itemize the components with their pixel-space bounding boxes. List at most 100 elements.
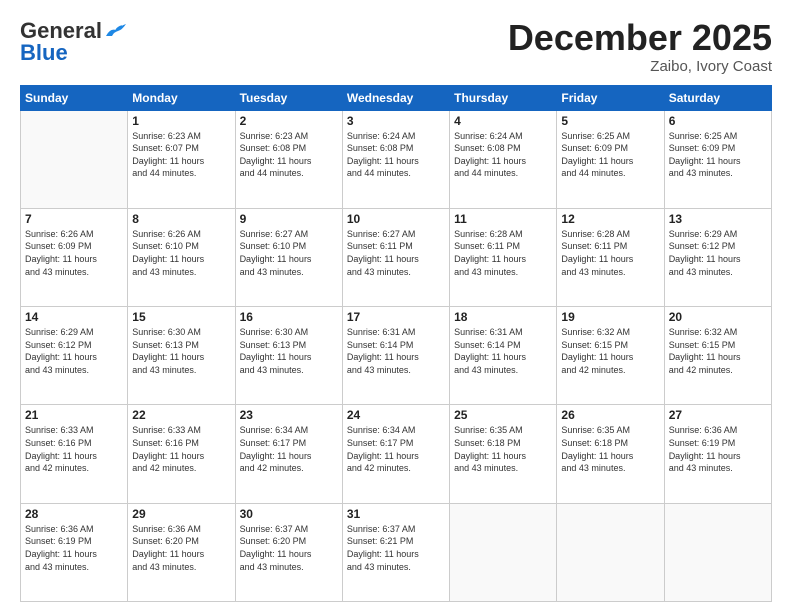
day-info: Sunrise: 6:36 AM Sunset: 6:20 PM Dayligh… — [132, 523, 230, 573]
day-info: Sunrise: 6:36 AM Sunset: 6:19 PM Dayligh… — [669, 424, 767, 474]
header: General Blue December 2025 Zaibo, Ivory … — [20, 18, 772, 75]
day-info: Sunrise: 6:26 AM Sunset: 6:09 PM Dayligh… — [25, 228, 123, 278]
calendar-cell: 23 Sunrise: 6:34 AM Sunset: 6:17 PM Dayli… — [235, 405, 342, 503]
day-info: Sunrise: 6:37 AM Sunset: 6:21 PM Dayligh… — [347, 523, 445, 573]
calendar-cell: 30Sunrise: 6:37 AM Sunset: 6:20 PM Dayli… — [235, 503, 342, 601]
day-info: Sunrise: 6:34 AM Sunset: 6:17 PM Dayligh… — [240, 424, 338, 474]
calendar-cell: 29 Sunrise: 6:36 AM Sunset: 6:20 PM Dayli… — [128, 503, 235, 601]
day-number: 6 — [669, 114, 767, 128]
day-info: Sunrise: 6:30 AM Sunset: 6:13 PM Dayligh… — [240, 326, 338, 376]
day-info: Sunrise: 6:29 AM Sunset: 6:12 PM Dayligh… — [25, 326, 123, 376]
calendar-week-row: 1Sunrise: 6:23 AM Sunset: 6:07 PM Daylig… — [21, 110, 772, 208]
weekday-header: Saturday — [664, 85, 771, 110]
calendar-cell: 9 Sunrise: 6:27 AM Sunset: 6:10 PM Daylig… — [235, 208, 342, 306]
calendar-cell: 15 Sunrise: 6:30 AM Sunset: 6:13 PM Dayli… — [128, 307, 235, 405]
day-info: Sunrise: 6:35 AM Sunset: 6:18 PM Dayligh… — [454, 424, 552, 474]
logo-blue: Blue — [20, 40, 68, 66]
day-number: 14 — [25, 310, 123, 324]
calendar-cell: 16Sunrise: 6:30 AM Sunset: 6:13 PM Dayli… — [235, 307, 342, 405]
day-number: 26 — [561, 408, 659, 422]
day-number: 3 — [347, 114, 445, 128]
calendar-cell: 11Sunrise: 6:28 AM Sunset: 6:11 PM Dayli… — [450, 208, 557, 306]
day-number: 23 — [240, 408, 338, 422]
day-number: 1 — [132, 114, 230, 128]
page: General Blue December 2025 Zaibo, Ivory … — [0, 0, 792, 612]
day-info: Sunrise: 6:36 AM Sunset: 6:19 PM Dayligh… — [25, 523, 123, 573]
calendar-cell: 2Sunrise: 6:23 AM Sunset: 6:08 PM Daylig… — [235, 110, 342, 208]
calendar-cell: 18Sunrise: 6:31 AM Sunset: 6:14 PM Dayli… — [450, 307, 557, 405]
weekday-header: Friday — [557, 85, 664, 110]
day-info: Sunrise: 6:28 AM Sunset: 6:11 PM Dayligh… — [454, 228, 552, 278]
day-number: 24 — [347, 408, 445, 422]
day-number: 25 — [454, 408, 552, 422]
calendar-table: SundayMondayTuesdayWednesdayThursdayFrid… — [20, 85, 772, 602]
calendar-cell: 1Sunrise: 6:23 AM Sunset: 6:07 PM Daylig… — [128, 110, 235, 208]
calendar-cell: 21Sunrise: 6:33 AM Sunset: 6:16 PM Dayli… — [21, 405, 128, 503]
day-number: 27 — [669, 408, 767, 422]
day-info: Sunrise: 6:33 AM Sunset: 6:16 PM Dayligh… — [132, 424, 230, 474]
day-number: 20 — [669, 310, 767, 324]
day-number: 29 — [132, 507, 230, 521]
logo: General Blue — [20, 18, 126, 66]
day-info: Sunrise: 6:34 AM Sunset: 6:17 PM Dayligh… — [347, 424, 445, 474]
calendar-week-row: 21Sunrise: 6:33 AM Sunset: 6:16 PM Dayli… — [21, 405, 772, 503]
calendar-cell: 3 Sunrise: 6:24 AM Sunset: 6:08 PM Daylig… — [342, 110, 449, 208]
day-info: Sunrise: 6:29 AM Sunset: 6:12 PM Dayligh… — [669, 228, 767, 278]
calendar-cell: 31 Sunrise: 6:37 AM Sunset: 6:21 PM Dayli… — [342, 503, 449, 601]
calendar-cell: 10 Sunrise: 6:27 AM Sunset: 6:11 PM Dayli… — [342, 208, 449, 306]
day-number: 12 — [561, 212, 659, 226]
calendar-cell: 24 Sunrise: 6:34 AM Sunset: 6:17 PM Dayli… — [342, 405, 449, 503]
day-info: Sunrise: 6:24 AM Sunset: 6:08 PM Dayligh… — [347, 130, 445, 180]
day-number: 13 — [669, 212, 767, 226]
weekday-header: Thursday — [450, 85, 557, 110]
weekday-header: Sunday — [21, 85, 128, 110]
day-info: Sunrise: 6:31 AM Sunset: 6:14 PM Dayligh… — [347, 326, 445, 376]
day-info: Sunrise: 6:31 AM Sunset: 6:14 PM Dayligh… — [454, 326, 552, 376]
calendar-cell — [21, 110, 128, 208]
calendar-cell: 26 Sunrise: 6:35 AM Sunset: 6:18 PM Dayli… — [557, 405, 664, 503]
day-info: Sunrise: 6:35 AM Sunset: 6:18 PM Dayligh… — [561, 424, 659, 474]
calendar-week-row: 7 Sunrise: 6:26 AM Sunset: 6:09 PM Daylig… — [21, 208, 772, 306]
calendar-cell: 27 Sunrise: 6:36 AM Sunset: 6:19 PM Dayli… — [664, 405, 771, 503]
calendar-cell: 4 Sunrise: 6:24 AM Sunset: 6:08 PM Daylig… — [450, 110, 557, 208]
day-number: 5 — [561, 114, 659, 128]
title-block: December 2025 Zaibo, Ivory Coast — [508, 18, 772, 75]
day-number: 31 — [347, 507, 445, 521]
day-number: 9 — [240, 212, 338, 226]
calendar-cell: 19Sunrise: 6:32 AM Sunset: 6:15 PM Dayli… — [557, 307, 664, 405]
weekday-header: Tuesday — [235, 85, 342, 110]
day-info: Sunrise: 6:25 AM Sunset: 6:09 PM Dayligh… — [561, 130, 659, 180]
weekday-header: Wednesday — [342, 85, 449, 110]
day-info: Sunrise: 6:27 AM Sunset: 6:10 PM Dayligh… — [240, 228, 338, 278]
day-info: Sunrise: 6:24 AM Sunset: 6:08 PM Dayligh… — [454, 130, 552, 180]
calendar-cell — [450, 503, 557, 601]
day-number: 7 — [25, 212, 123, 226]
calendar-week-row: 28Sunrise: 6:36 AM Sunset: 6:19 PM Dayli… — [21, 503, 772, 601]
calendar-cell: 5 Sunrise: 6:25 AM Sunset: 6:09 PM Daylig… — [557, 110, 664, 208]
calendar-header-row: SundayMondayTuesdayWednesdayThursdayFrid… — [21, 85, 772, 110]
calendar-week-row: 14 Sunrise: 6:29 AM Sunset: 6:12 PM Dayli… — [21, 307, 772, 405]
month-title: December 2025 — [508, 18, 772, 58]
day-info: Sunrise: 6:25 AM Sunset: 6:09 PM Dayligh… — [669, 130, 767, 180]
weekday-header: Monday — [128, 85, 235, 110]
calendar-cell: 20 Sunrise: 6:32 AM Sunset: 6:15 PM Dayli… — [664, 307, 771, 405]
day-number: 17 — [347, 310, 445, 324]
day-info: Sunrise: 6:23 AM Sunset: 6:08 PM Dayligh… — [240, 130, 338, 180]
calendar-cell: 22Sunrise: 6:33 AM Sunset: 6:16 PM Dayli… — [128, 405, 235, 503]
calendar-cell: 7 Sunrise: 6:26 AM Sunset: 6:09 PM Daylig… — [21, 208, 128, 306]
day-number: 10 — [347, 212, 445, 226]
day-number: 4 — [454, 114, 552, 128]
day-number: 30 — [240, 507, 338, 521]
day-number: 8 — [132, 212, 230, 226]
calendar-cell: 13 Sunrise: 6:29 AM Sunset: 6:12 PM Dayli… — [664, 208, 771, 306]
calendar-cell — [557, 503, 664, 601]
logo-bird-icon — [104, 22, 126, 40]
day-info: Sunrise: 6:32 AM Sunset: 6:15 PM Dayligh… — [669, 326, 767, 376]
day-info: Sunrise: 6:30 AM Sunset: 6:13 PM Dayligh… — [132, 326, 230, 376]
calendar-cell: 14 Sunrise: 6:29 AM Sunset: 6:12 PM Dayli… — [21, 307, 128, 405]
day-number: 15 — [132, 310, 230, 324]
location: Zaibo, Ivory Coast — [508, 58, 772, 75]
day-info: Sunrise: 6:27 AM Sunset: 6:11 PM Dayligh… — [347, 228, 445, 278]
calendar-cell: 6 Sunrise: 6:25 AM Sunset: 6:09 PM Daylig… — [664, 110, 771, 208]
day-info: Sunrise: 6:28 AM Sunset: 6:11 PM Dayligh… — [561, 228, 659, 278]
